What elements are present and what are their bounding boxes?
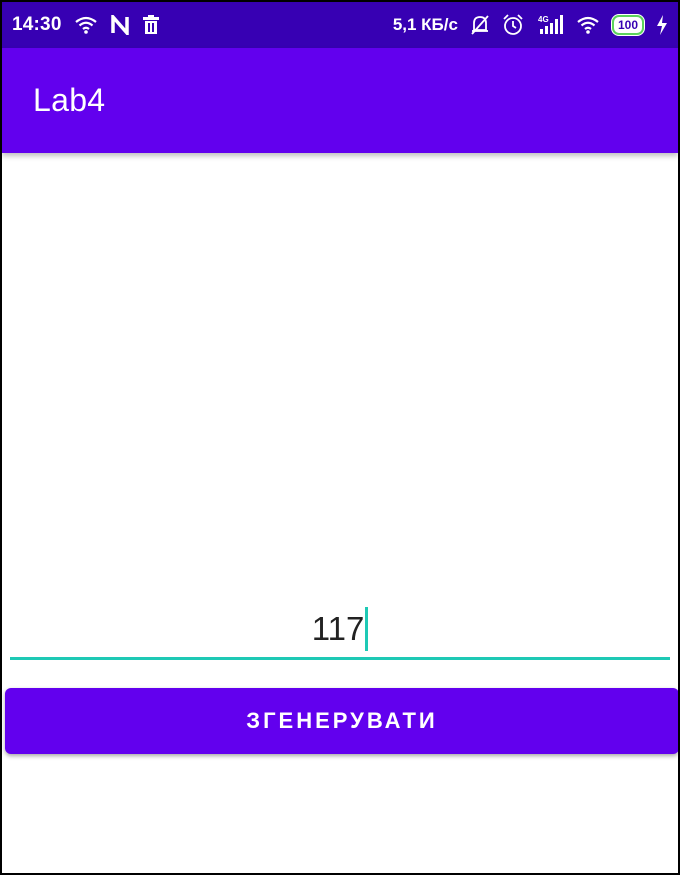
status-right: 5,1 КБ/с 4G 100 [393, 14, 668, 36]
number-field[interactable]: 117 [10, 600, 670, 662]
mute-bell-icon [470, 14, 490, 36]
signal-icon: 4G [536, 14, 564, 36]
app-bar: Lab4 [2, 48, 678, 153]
number-input[interactable]: 117 [10, 600, 670, 658]
app-title: Lab4 [33, 82, 106, 118]
status-bar: 14:30 5,1 КБ/с 4G 100 [2, 2, 678, 48]
input-underline [10, 657, 670, 660]
generate-button[interactable]: ЗГЕНЕРУВАТИ [5, 688, 678, 754]
text-cursor [365, 607, 369, 651]
charging-icon [656, 15, 668, 35]
trash-icon [142, 15, 160, 35]
battery-level: 100 [611, 15, 644, 35]
alarm-icon [502, 14, 524, 36]
wifi-icon [576, 15, 600, 35]
status-time: 14:30 [12, 14, 62, 35]
status-left: 14:30 [12, 14, 160, 36]
battery-icon: 100 [611, 15, 644, 35]
screen: 14:30 5,1 КБ/с 4G 100 Lab4 117 ЗГЕНЕРУВА… [0, 0, 680, 875]
network-speed: 5,1 КБ/с [392, 15, 458, 34]
wifi-icon [74, 15, 98, 35]
number-input-value: 117 [311, 610, 365, 647]
svg-text:4G: 4G [538, 15, 549, 24]
n-app-icon [110, 15, 130, 35]
generate-button-label: ЗГЕНЕРУВАТИ [246, 708, 438, 733]
